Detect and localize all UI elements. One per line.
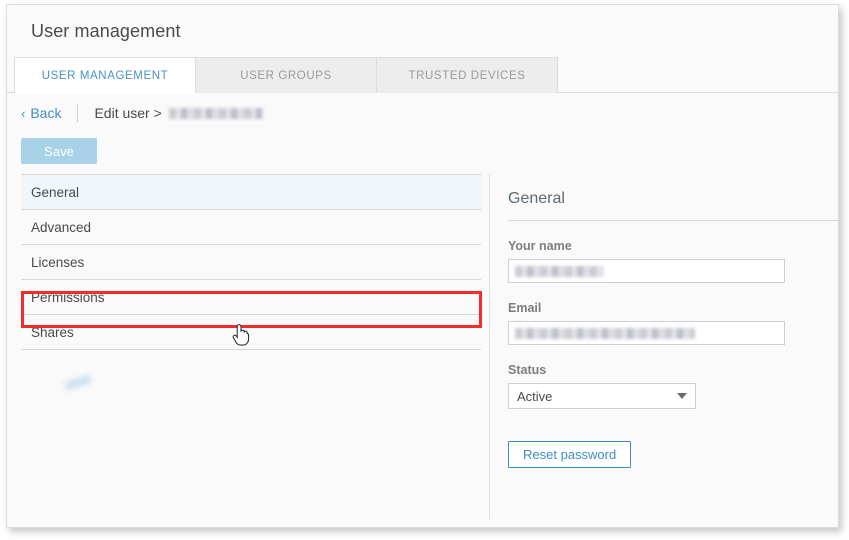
breadcrumb-current: Edit user > xyxy=(94,105,263,121)
email-input[interactable] xyxy=(508,321,785,345)
user-management-window: User management USER MANAGEMENT USER GRO… xyxy=(6,4,839,528)
reset-password-button[interactable]: Reset password xyxy=(508,441,632,468)
render-artifact xyxy=(64,374,92,391)
nav-item-general-label: General xyxy=(31,184,80,200)
general-detail-pane: General Your name Email Status Active Re… xyxy=(490,174,838,519)
nav-item-advanced-label: Advanced xyxy=(31,219,92,235)
nav-item-permissions[interactable]: Permissions xyxy=(21,280,481,315)
nav-item-shares-label: Shares xyxy=(31,324,74,340)
field-your-name: Your name xyxy=(508,239,838,283)
email-label: Email xyxy=(508,301,542,315)
breadcrumb: ‹ Back Edit user > xyxy=(7,93,838,133)
detail-heading: General xyxy=(508,190,565,207)
save-toolbar: Save xyxy=(7,133,838,174)
nav-item-licenses[interactable]: Licenses xyxy=(21,245,481,280)
chevron-left-icon: ‹ xyxy=(21,105,26,121)
tab-user-management-label: USER MANAGEMENT xyxy=(41,69,169,82)
your-name-input[interactable] xyxy=(508,259,785,283)
nav-item-general[interactable]: General xyxy=(21,175,481,210)
email-value-redacted xyxy=(515,327,695,339)
tab-user-management[interactable]: USER MANAGEMENT xyxy=(14,57,196,94)
breadcrumb-username-redacted xyxy=(168,107,263,119)
back-link-label: Back xyxy=(30,105,62,121)
save-button[interactable]: Save xyxy=(21,138,97,164)
tab-strip: USER MANAGEMENT USER GROUPS TRUSTED DEVI… xyxy=(7,57,838,94)
settings-nav-pane: General Advanced Licenses Permissions Sh… xyxy=(7,174,490,519)
settings-nav-list: General Advanced Licenses Permissions Sh… xyxy=(21,174,481,350)
breadcrumb-divider xyxy=(77,104,79,122)
nav-item-permissions-label: Permissions xyxy=(31,289,105,305)
tab-user-groups[interactable]: USER GROUPS xyxy=(195,57,377,93)
titlebar: User management xyxy=(7,5,838,57)
back-link[interactable]: ‹ Back xyxy=(21,105,61,121)
nav-item-licenses-label: Licenses xyxy=(31,254,85,270)
tab-trusted-devices[interactable]: TRUSTED DEVICES xyxy=(376,57,558,93)
your-name-label: Your name xyxy=(508,239,572,253)
status-select[interactable]: Active xyxy=(508,383,696,409)
detail-heading-divider xyxy=(508,220,838,221)
nav-item-advanced[interactable]: Advanced xyxy=(21,210,481,245)
nav-item-shares[interactable]: Shares xyxy=(21,315,481,350)
content-split: General Advanced Licenses Permissions Sh… xyxy=(7,174,838,519)
page-title: User management xyxy=(31,21,181,41)
status-label: Status xyxy=(508,363,547,377)
field-email: Email xyxy=(508,301,838,345)
tab-trusted-devices-label: TRUSTED DEVICES xyxy=(408,69,526,82)
tab-user-groups-label: USER GROUPS xyxy=(240,69,332,82)
your-name-value-redacted xyxy=(515,265,603,277)
breadcrumb-edit-user-label: Edit user > xyxy=(94,105,162,121)
status-select-value: Active xyxy=(517,388,553,404)
chevron-down-icon xyxy=(677,393,687,399)
field-status: Status Active xyxy=(508,363,838,409)
nav-list-footer xyxy=(21,350,489,391)
